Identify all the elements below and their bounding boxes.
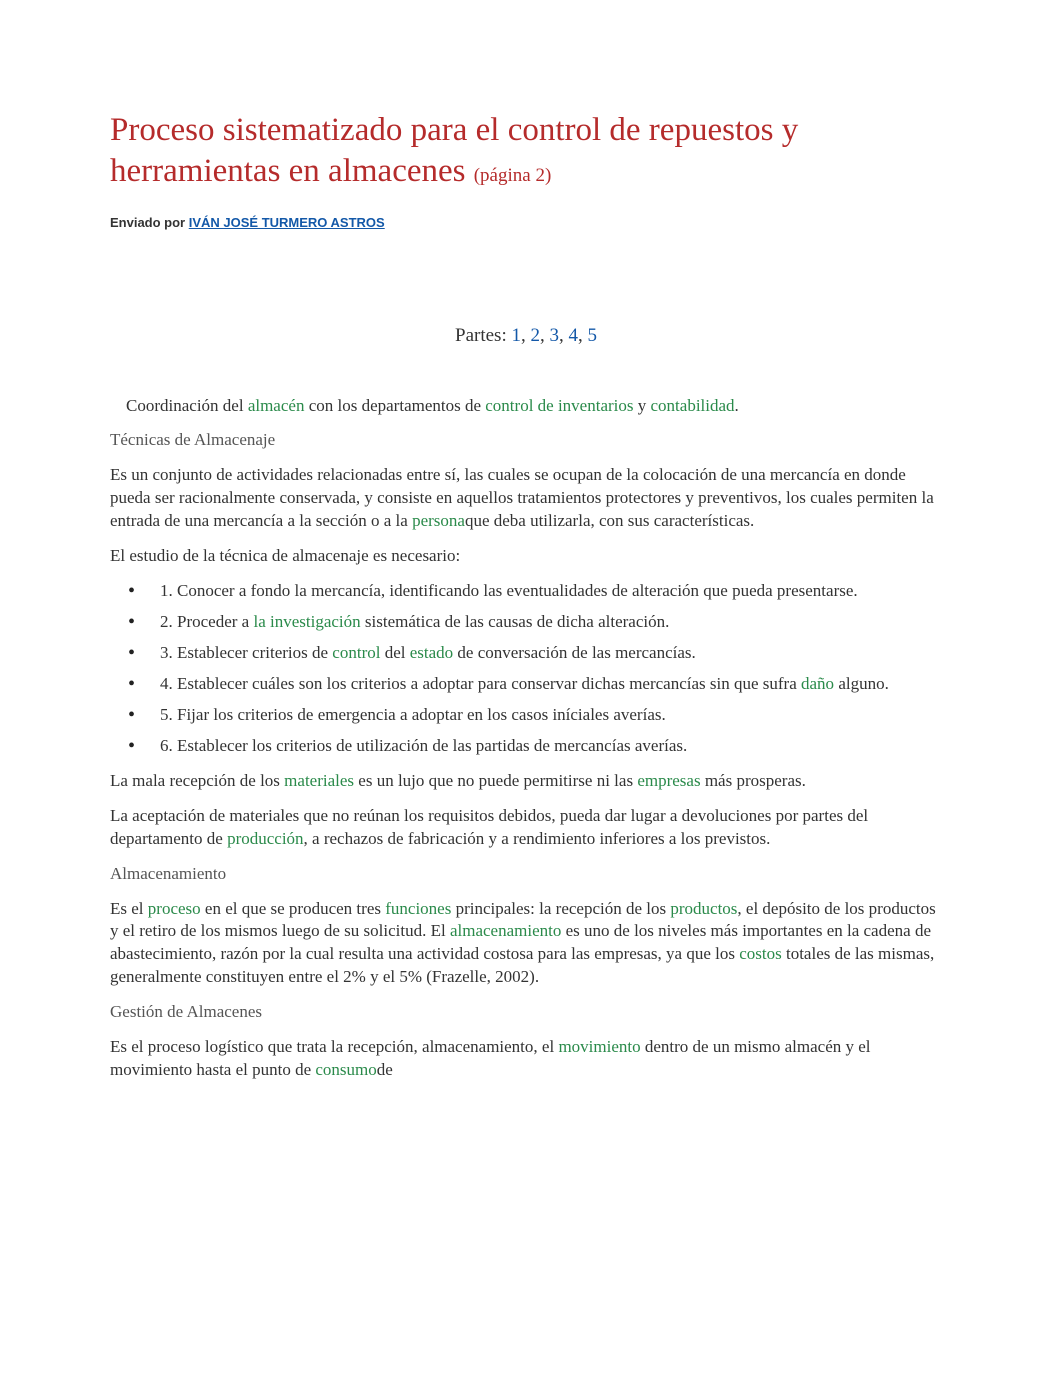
subheading-almacenamiento: Almacenamiento xyxy=(110,863,942,886)
keyword-consumo[interactable]: consumo xyxy=(315,1060,376,1079)
text-run: del xyxy=(380,643,409,662)
keyword-produccion[interactable]: producción xyxy=(227,829,303,848)
part-link-2[interactable]: 2 xyxy=(530,325,540,346)
list-item: 2. Proceder a la investigación sistemáti… xyxy=(110,611,942,634)
list-item: 6. Establecer los criterios de utilizaci… xyxy=(110,735,942,758)
text-run: de xyxy=(377,1060,393,1079)
keyword-almacenamiento[interactable]: almacenamiento xyxy=(450,921,561,940)
list-item: 3. Establecer criterios de control del e… xyxy=(110,642,942,665)
keyword-estado[interactable]: estado xyxy=(410,643,453,662)
part-link-3[interactable]: 3 xyxy=(549,325,559,346)
paragraph: Es el proceso en el que se producen tres… xyxy=(110,898,942,990)
text-run: La mala recepción de los xyxy=(110,771,284,790)
text-run: con los departamentos de xyxy=(309,396,486,415)
paragraph: Es un conjunto de actividades relacionad… xyxy=(110,464,942,533)
paragraph: Es el proceso logístico que trata la rec… xyxy=(110,1036,942,1082)
text-run: . xyxy=(735,396,739,415)
keyword-contabilidad[interactable]: contabilidad xyxy=(651,396,735,415)
keyword-funciones[interactable]: funciones xyxy=(385,899,451,918)
part-link-1[interactable]: 1 xyxy=(511,325,521,346)
text-run: Coordinación del xyxy=(126,396,248,415)
part-link-4[interactable]: 4 xyxy=(568,325,578,346)
byline-prefix: Enviado por xyxy=(110,215,189,230)
keyword-persona[interactable]: persona xyxy=(412,511,465,530)
parts-prefix: Partes: xyxy=(455,325,511,346)
paragraph: La mala recepción de los materiales es u… xyxy=(110,770,942,793)
keyword-control[interactable]: control xyxy=(332,643,380,662)
text-run: Es el xyxy=(110,899,148,918)
title-page-suffix: (página 2) xyxy=(474,165,552,186)
byline: Enviado por IVÁN JOSÉ TURMERO ASTROS xyxy=(110,215,942,230)
keyword-costos[interactable]: costos xyxy=(739,944,782,963)
content-body: Coordinación del almacén con los departa… xyxy=(110,395,942,1083)
list-item: 1. Conocer a fondo la mercancía, identif… xyxy=(110,580,942,603)
parts-nav: Partes: 1, 2, 3, 4, 5 xyxy=(110,325,942,347)
text-run: , a rechazos de fabricación y a rendimie… xyxy=(304,829,771,848)
text-run: sistemática de las causas de dicha alter… xyxy=(361,612,670,631)
page-title: Proceso sistematizado para el control de… xyxy=(110,110,942,193)
text-run: en el que se producen tres xyxy=(201,899,386,918)
keyword-investigacion[interactable]: la investigación xyxy=(253,612,360,631)
keyword-almacen[interactable]: almacén xyxy=(248,396,309,415)
list-item: 4. Establecer cuáles son los criterios a… xyxy=(110,673,942,696)
subheading-gestion: Gestión de Almacenes xyxy=(110,1001,942,1024)
text-run: de conversación de las mercancías. xyxy=(453,643,696,662)
text-run: es un lujo que no puede permitirse ni la… xyxy=(354,771,637,790)
text-run: principales: la recepción de los xyxy=(451,899,670,918)
author-link[interactable]: IVÁN JOSÉ TURMERO ASTROS xyxy=(189,215,385,230)
text-run: 4. Establecer cuáles son los criterios a… xyxy=(160,674,801,693)
part-link-5[interactable]: 5 xyxy=(587,325,597,346)
keyword-empresas[interactable]: empresas xyxy=(637,771,700,790)
text-run: alguno. xyxy=(834,674,889,693)
title-text: Proceso sistematizado para el control de… xyxy=(110,112,798,189)
keyword-control-inventarios[interactable]: control de inventarios xyxy=(485,396,633,415)
text-run: que deba utilizarla, con sus característ… xyxy=(465,511,754,530)
paragraph-intro: Coordinación del almacén con los departa… xyxy=(110,395,942,418)
keyword-productos[interactable]: productos xyxy=(670,899,737,918)
text-run: más prosperas. xyxy=(701,771,806,790)
subheading-tecnicas: Técnicas de Almacenaje xyxy=(110,429,942,452)
paragraph: El estudio de la técnica de almacenaje e… xyxy=(110,545,942,568)
numbered-list: 1. Conocer a fondo la mercancía, identif… xyxy=(110,580,942,758)
keyword-proceso[interactable]: proceso xyxy=(148,899,201,918)
list-item: 5. Fijar los criterios de emergencia a a… xyxy=(110,704,942,727)
text-run: 3. Establecer criterios de xyxy=(160,643,332,662)
keyword-dano[interactable]: daño xyxy=(801,674,834,693)
text-run: y xyxy=(634,396,651,415)
paragraph: La aceptación de materiales que no reúna… xyxy=(110,805,942,851)
keyword-materiales[interactable]: materiales xyxy=(284,771,354,790)
keyword-movimiento[interactable]: movimiento xyxy=(558,1037,640,1056)
text-run: 2. Proceder a xyxy=(160,612,253,631)
text-run: Es el proceso logístico que trata la rec… xyxy=(110,1037,558,1056)
